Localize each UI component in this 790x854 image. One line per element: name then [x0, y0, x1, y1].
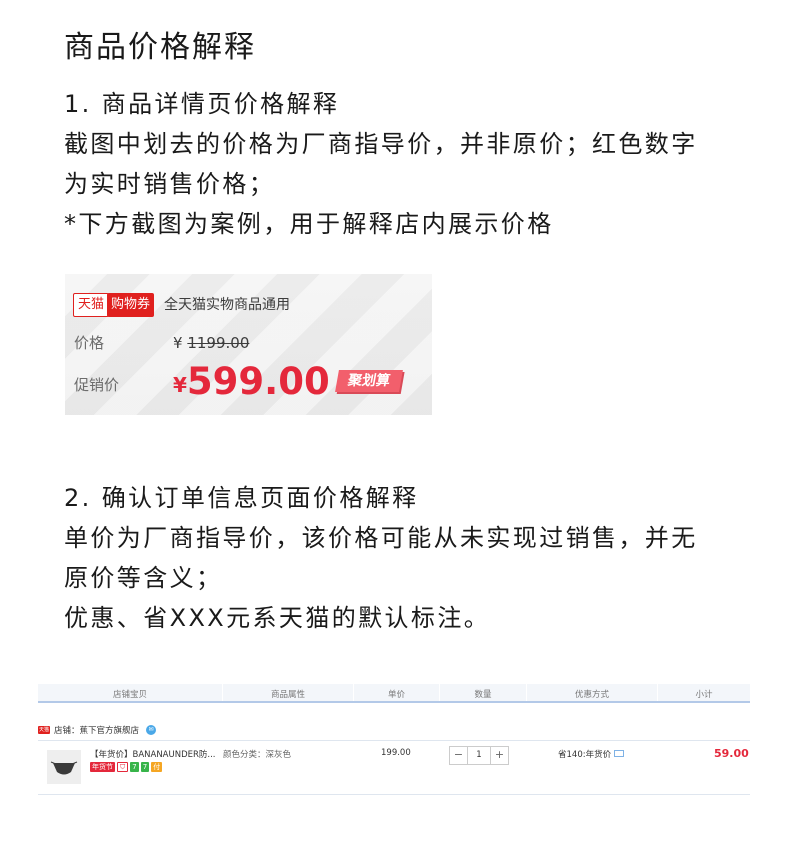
tmall-tag: 天猫: [73, 293, 110, 317]
product-thumbnail[interactable]: [47, 750, 81, 784]
section1-heading: 1. 商品详情页价格解释: [64, 90, 340, 118]
qty-plus-button[interactable]: +: [490, 746, 509, 765]
subtotal: 59.00: [714, 747, 749, 760]
promo-price-label: 促销价: [74, 376, 120, 394]
header-unit-price: 单价: [387, 690, 405, 700]
old-price: ¥ 1199.00: [173, 334, 249, 352]
section1-text: 1. 商品详情页价格解释 截图中划去的价格为厂商指导价，并非原价；红色数字 为实…: [64, 84, 698, 244]
tmall-shop-icon: 天猫: [38, 726, 50, 734]
nianhuo-badge: 年货节: [90, 762, 115, 772]
section2-text: 2. 确认订单信息页面价格解释 单价为厂商指导价，该价格可能从未实现过销售，并无…: [64, 478, 698, 638]
shop-name[interactable]: 店铺：蕉下官方旗舰店: [54, 724, 139, 736]
section1-line: 为实时销售价格；: [64, 170, 276, 198]
product-badges: 年货节 ⛉ 7 7 付: [90, 762, 163, 772]
shop-row: 天猫 店铺：蕉下官方旗舰店 ✉: [38, 724, 157, 736]
qty-minus-button[interactable]: −: [449, 746, 468, 765]
section2-line: 原价等含义；: [64, 564, 223, 592]
chat-icon[interactable]: ✉: [146, 725, 157, 735]
unit-price: 199.00: [381, 748, 411, 758]
header-attr: 商品属性: [270, 690, 305, 700]
section1-line: *下方截图为案例，用于解释店内展示价格: [64, 210, 554, 238]
header-subtotal: 小计: [695, 690, 713, 700]
discount: 省140:年货价: [558, 748, 625, 760]
product-name[interactable]: 【年货价】BANANAUNDER防...: [90, 748, 216, 760]
section1-line: 截图中划去的价格为厂商指导价，并非原价；红色数字: [64, 130, 698, 158]
promo-price: ¥599.00: [173, 360, 330, 403]
section2-line: 单价为厂商指导价，该价格可能从未实现过销售，并无: [64, 524, 698, 552]
seven-day-return-badge: 7: [130, 762, 139, 772]
header-item: 店铺宝贝: [112, 690, 147, 700]
qty-input[interactable]: 1: [468, 746, 490, 765]
quantity-stepper: − 1 +: [449, 746, 509, 765]
product-price-screenshot: 天猫 购物券 全天猫实物商品通用 价格 ¥ 1199.00 促销价 ¥599.0…: [65, 274, 432, 415]
section2-heading: 2. 确认订单信息页面价格解释: [64, 484, 419, 512]
currency-symbol: ¥: [173, 334, 183, 352]
currency-symbol: ¥: [173, 373, 187, 397]
shield-icon: ⛉: [117, 762, 129, 772]
header-qty: 数量: [474, 690, 492, 700]
coupon-description: 全天猫实物商品通用: [164, 297, 290, 313]
price-label: 价格: [74, 334, 105, 352]
product-attribute: 颜色分类：深灰色: [223, 750, 292, 760]
order-confirm-screenshot: 店铺宝贝 商品属性 单价 数量 优惠方式 小计 天猫 店铺：蕉下官方旗舰店 ✉ …: [38, 684, 750, 796]
page-title: 商品价格解释: [64, 30, 256, 65]
section2-line: 优惠、省XXX元系天猫的默认标注。: [64, 604, 491, 632]
discount-text: 省140:年货价: [558, 750, 612, 760]
card-pay-icon: 付: [151, 762, 163, 772]
promo-price-value: 599.00: [186, 360, 330, 403]
header-discount: 优惠方式: [574, 690, 609, 700]
old-price-value: 1199.00: [187, 334, 250, 352]
seven-day-badge: 7: [140, 762, 150, 772]
row-divider: [38, 740, 750, 741]
comment-icon[interactable]: [614, 750, 625, 758]
row-divider: [38, 794, 750, 795]
table-header: 店铺宝贝 商品属性 单价 数量 优惠方式 小计: [38, 684, 750, 703]
juhuasuan-badge: 聚划算: [335, 370, 403, 392]
coupon-tag: 购物券: [107, 293, 155, 317]
